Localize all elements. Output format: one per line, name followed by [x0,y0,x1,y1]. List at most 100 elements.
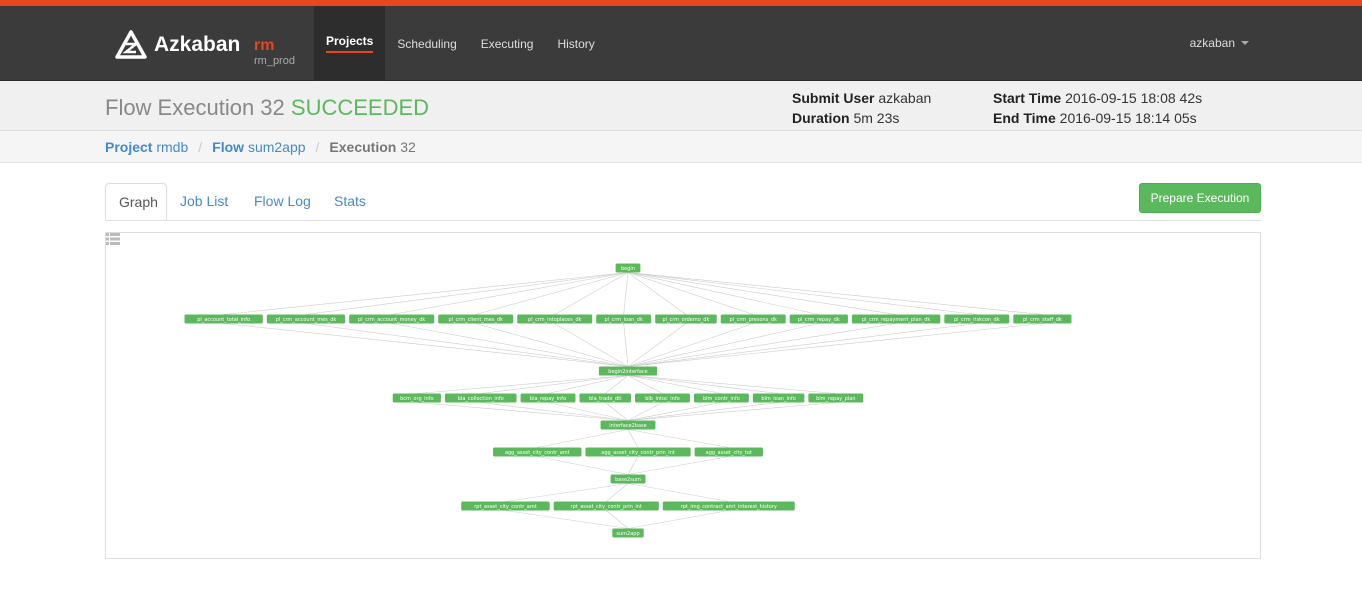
flow-graph[interactable]: begin pl_account_total_info pl_crm_account… [106,233,1260,558]
job-node-pl-crm-loan-dk[interactable]: pl_crm_loan_dk [596,314,652,324]
job-node-bcm-org-info[interactable]: bcm_org_info [392,393,441,403]
nav-executing-label: Executing [480,36,534,51]
graph-edge [627,323,977,367]
graph-edge [627,510,729,529]
nav-projects-label: Projects [326,34,374,53]
time-info: Start Time 2016-09-15 18:08 42s End Time… [993,88,1202,128]
job-node-label: pl_crm_riskcon_dk [954,317,1000,323]
job-node-label: begin [621,266,635,272]
breadcrumb-project-label: Project [105,139,153,155]
job-node-blb-intoc-info[interactable]: blb_intoc_info [635,393,690,403]
graph-edge [475,272,629,315]
job-node-pl-crm-account-money-dk[interactable]: pl_crm_account_money_dk [349,314,435,324]
brand-name[interactable]: Azkaban [154,33,240,57]
job-node-blm-contr-info[interactable]: blm_contr_info [693,393,749,403]
job-node-sum2app[interactable]: sum2app [612,528,644,538]
job-node-pl-crm-account-mes-dk[interactable]: pl_crm_account_mes_dk [266,314,346,324]
breadcrumb-execution-value: 32 [400,139,416,155]
main-nav: Projects Scheduling Executing History [314,6,607,81]
azkaban-logo[interactable] [115,26,147,66]
start-time-value: 2016-09-15 18:08 42s [1065,90,1203,106]
tab-graph[interactable]: Graph [105,183,167,220]
job-node-label: pl_crm_intoplaces_dk [528,317,581,323]
job-node-label: pl_crm_account_money_dk [358,317,425,323]
job-node-label: blm_contr_info [703,396,740,402]
job-node-agg-asset-city-contr-prin-int[interactable]: agg_asset_city_contr_prin_int [585,447,691,457]
job-node-begin[interactable]: begin [615,263,641,273]
job-node-pl-crm-staff-dk[interactable]: pl_crm_staff_dk [1013,314,1072,324]
graph-edge [623,323,629,367]
graph-edge [475,323,629,367]
user-name: azkaban [1189,36,1235,50]
breadcrumb: Project rmdb / Flow sum2app / Execution … [0,131,1362,163]
graph-edge [627,456,729,475]
prepare-execution-button[interactable]: Prepare Execution [1139,183,1261,213]
graph-edge [547,375,629,394]
graph-edge [305,323,629,367]
graph-edge [627,272,977,315]
job-node-pl-crm-client-mes-dk[interactable]: pl_crm_client_mes_dk [438,314,514,324]
job-node-pl-crm-repay-dk[interactable]: pl_crm_repay_dk [789,314,848,324]
job-node-label: pl_account_total_info [197,317,250,323]
breadcrumb-execution: Execution 32 [329,139,415,155]
job-node-pl-crm-presons-dk[interactable]: pl_crm_presons_dk [720,314,786,324]
start-time-label: Start Time [993,90,1062,106]
job-node-begin2interface[interactable]: begin2interface [598,366,658,376]
job-node-rpt-img-contract-amt-interest-history[interactable]: rpt_img_contract_amt_interest_history [662,501,795,511]
page-title-text: Flow Execution 32 [105,95,285,120]
graph-edge [627,323,897,367]
breadcrumb-flow[interactable]: Flow sum2app [212,139,305,155]
job-node-pl-crm-riskcon-dk[interactable]: pl_crm_riskcon_dk [944,314,1010,324]
job-node-blm-repay-plan[interactable]: blm_repay_plan [808,393,864,403]
page-title: Flow Execution 32 SUCCEEDED [105,95,429,121]
breadcrumb-project[interactable]: Project rmdb [105,139,188,155]
job-node-label: blb_intoc_info [645,396,679,402]
job-node-pl-crm-intoplaces-dk[interactable]: pl_crm_intoplaces_dk [517,314,593,324]
breadcrumb-flow-label: Flow [212,139,245,155]
job-node-label: blm_loan_info [761,396,796,402]
job-node-base2sum[interactable]: base2sum [610,474,646,484]
job-node-label: pl_crm_presons_dk [730,317,777,323]
nav-executing[interactable]: Executing [469,6,546,81]
job-node-label: bcm_org_info [400,396,433,402]
job-node-rpt-asset-city-contr-prin-int[interactable]: rpt_asset_city_contr_prin_int [553,501,659,511]
graph-edge [416,402,629,421]
user-menu[interactable]: azkaban [1190,36,1249,50]
job-node-bla-trade-dtl[interactable]: bla_trade_dtl [579,393,632,403]
breadcrumb-separator: / [198,139,203,155]
nav-projects[interactable]: Projects [314,6,386,81]
tab-job-list[interactable]: Job List [167,183,241,220]
job-node-pl-account-total-info[interactable]: pl_account_total_info [184,314,263,324]
job-node-interface2base[interactable]: interface2base [600,420,656,430]
flow-graph-panel: begin pl_account_total_info pl_crm_account… [105,232,1261,559]
nav-history[interactable]: History [545,6,606,81]
job-node-blm-loan-info[interactable]: blm_loan_info [752,393,805,403]
job-node-agg-asset-city-contr-amt[interactable]: agg_asset_city_contr_amt [493,447,582,457]
job-node-pl-crm-ordemo-dk[interactable]: pl_crm_ordemo_dk [655,314,717,324]
graph-edge [537,456,629,475]
breadcrumb-flow-value: sum2app [247,139,306,155]
status-badge: SUCCEEDED [290,95,430,120]
job-node-rpt-asset-city-contr-amt[interactable]: rpt_asset_city_contr_amt [461,501,550,511]
azkaban-logo-icon [115,30,147,59]
job-node-bla-repay-info[interactable]: bla_repay_info [520,393,576,403]
graph-edge [627,402,836,421]
graph-edge [480,375,629,394]
job-node-label: blm_repay_plan [816,396,855,402]
graph-edge [627,483,729,502]
flow-header: Flow Execution 32 SUCCEEDED Submit User … [0,81,1362,131]
job-node-label: bla_collection_info [458,396,504,402]
job-node-bla-collection-info[interactable]: bla_collection_info [444,393,517,403]
job-node-label: begin2interface [608,369,647,375]
submit-user-value: azkaban [878,90,932,106]
nav-scheduling[interactable]: Scheduling [385,6,468,81]
tab-bar: Graph Job List Flow Log Stats [105,183,1261,221]
job-node-agg-asset-city-tot[interactable]: agg_asset_city_tot [694,447,763,457]
tab-flow-log[interactable]: Flow Log [241,183,324,220]
tab-stats[interactable]: Stats [321,183,379,220]
graph-edge [547,402,629,421]
job-node-pl-crm-repayment-plan-dk[interactable]: pl_crm_repayment_plan_dk [851,314,941,324]
job-node-label: sum2app [616,531,639,537]
submit-duration-info: Submit User azkaban Duration 5m 23s [792,88,931,128]
job-node-label: pl_crm_loan_dk [604,317,643,323]
